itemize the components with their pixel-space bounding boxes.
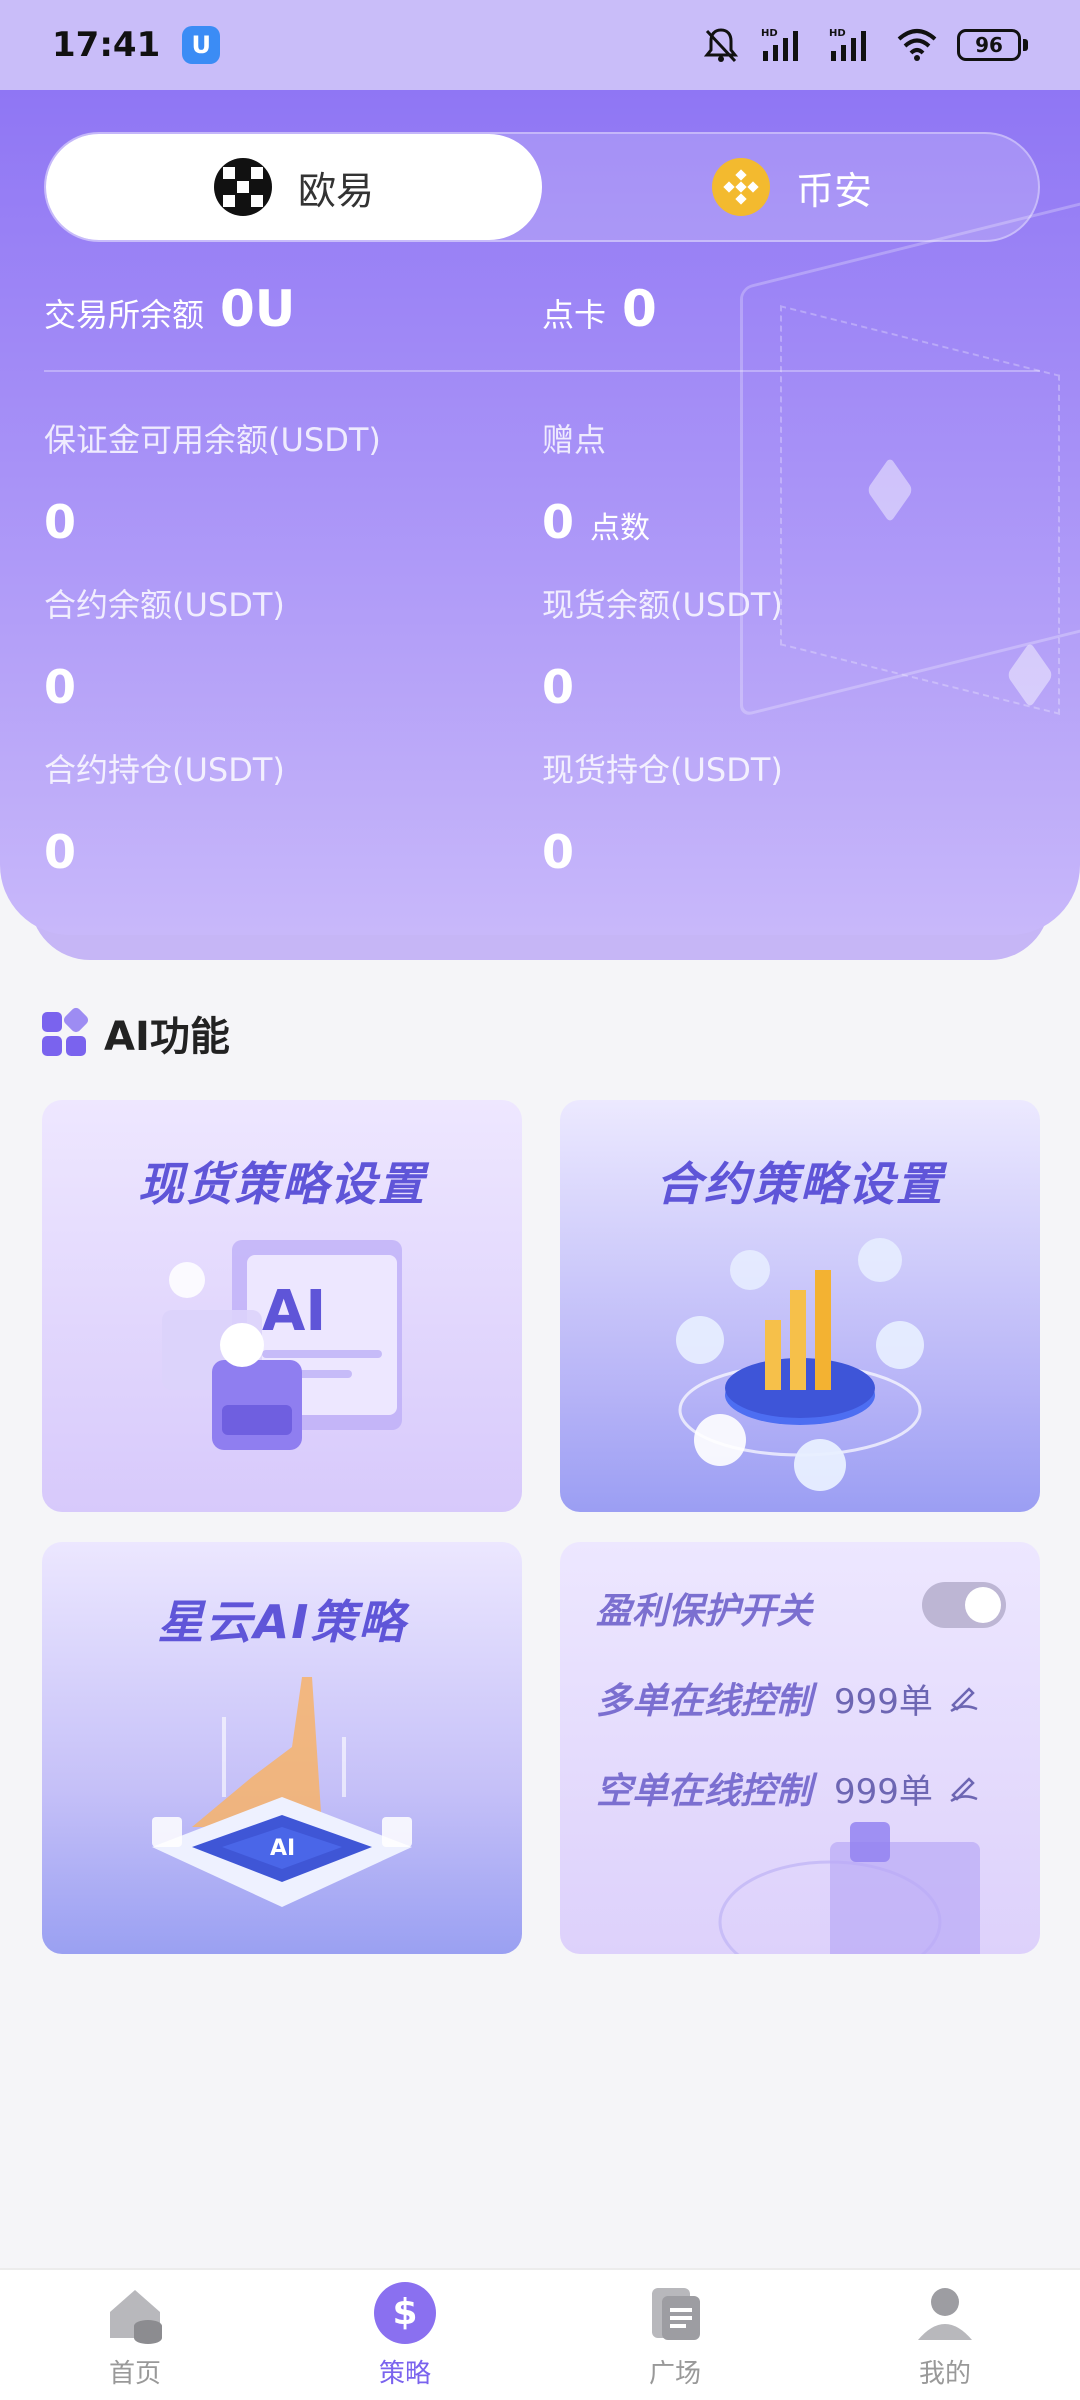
stat-spot-position: 现货持仓(USDT) 0 [542, 745, 783, 879]
nav-strategy[interactable]: $ 策略 [315, 2281, 495, 2390]
wifi-icon [895, 25, 939, 65]
nav-home-label: 首页 [108, 2358, 161, 2389]
contract-strategy-title: 合约策略设置 [656, 1157, 944, 1211]
stat-bonus-points: 赠点 0 点数 [542, 415, 650, 549]
profit-protection-label: 盈利保护开关 [596, 1591, 813, 1632]
exchange-switch: 欧易 币安 [44, 132, 1040, 242]
nav-mine-label: 我的 [918, 2358, 971, 2389]
tab-binance[interactable]: 币安 [544, 134, 1040, 240]
long-order-count: 999单 [834, 1681, 933, 1722]
short-order-count: 999单 [834, 1771, 933, 1812]
tab-okx-label: 欧易 [297, 168, 374, 213]
ai-monitor-illustration: AI [162, 1240, 402, 1450]
contract-strategy-card[interactable]: 合约策略设置 [560, 1100, 1040, 1512]
status-left: 17:41 U [52, 25, 221, 65]
stat-unit: 点数 [590, 511, 651, 546]
ai-badge-text: AI [262, 1279, 326, 1344]
app-notification-icon: U [182, 26, 221, 64]
ai-section-title: AI功能 [42, 1005, 230, 1061]
exchange-balance: 交易所余额 0U [44, 280, 295, 338]
profit-protection-row: 盈利保护开关 [596, 1582, 812, 1634]
profit-protection-toggle[interactable] [922, 1582, 1006, 1628]
point-card-value: 0 [622, 280, 657, 338]
divider [44, 370, 1040, 372]
edit-pencil-icon[interactable] [947, 1679, 981, 1717]
short-order-control-row: 空单在线控制 999单 [596, 1762, 981, 1814]
battery-icon: 96 [957, 29, 1028, 61]
hd-signal-icon: HD [827, 25, 877, 65]
binance-icon [711, 158, 770, 216]
spot-strategy-title: 现货策略设置 [138, 1157, 426, 1211]
bottom-nav: 首页 $ 策略 广场 我的 [0, 2268, 1080, 2400]
status-bar: 17:41 U HD HD 96 [0, 0, 1080, 90]
cube-decoration [718, 1822, 980, 1954]
stat-contract-balance: 合约余额(USDT) 0 [44, 580, 285, 714]
ai-chip-text: AI [270, 1836, 295, 1861]
apps-grid-icon [42, 1005, 91, 1056]
stat-contract-position: 合约持仓(USDT) 0 [44, 745, 285, 879]
bar-chart-platform-illustration [676, 1238, 924, 1491]
okx-icon [213, 158, 272, 216]
short-order-label: 空单在线控制 [596, 1771, 813, 1812]
stat-value: 0 [44, 660, 77, 714]
ai-chip-illustration: AI [152, 1677, 412, 1907]
spot-strategy-card[interactable]: 现货策略设置 AI [42, 1100, 522, 1512]
bell-muted-icon [701, 25, 741, 65]
nebula-ai-strategy-card[interactable]: 星云AI策略 AI [42, 1542, 522, 1954]
decoration-frame [780, 305, 1060, 715]
stat-label: 现货余额(USDT) [542, 586, 783, 624]
stat-margin-available: 保证金可用余额(USDT) 0 [44, 415, 381, 549]
nav-mine[interactable]: 我的 [855, 2281, 1035, 2390]
account-summary-card: 欧易 币安 交易所余额 0U 点卡 0 保证金可用余额(USDT) 0 赠点 0… [0, 90, 1080, 935]
dollar-icon: $ [373, 2281, 437, 2345]
nav-square[interactable]: 广场 [585, 2281, 765, 2390]
home-icon [103, 2281, 167, 2345]
stat-label: 现货持仓(USDT) [542, 751, 783, 789]
stat-label: 赠点 [542, 421, 607, 459]
stat-label: 保证金可用余额(USDT) [44, 421, 381, 459]
point-card-label: 点卡 [542, 296, 607, 334]
battery-level: 96 [957, 29, 1021, 61]
tab-binance-label: 币安 [795, 168, 872, 213]
long-order-label: 多单在线控制 [596, 1681, 813, 1722]
tab-okx[interactable]: 欧易 [46, 134, 542, 240]
stat-label: 合约余额(USDT) [44, 586, 285, 624]
profit-protection-card: 盈利保护开关 多单在线控制 999单 空单在线控制 999单 [560, 1542, 1040, 1954]
user-icon [913, 2281, 977, 2345]
long-order-control-row: 多单在线控制 999单 [596, 1672, 981, 1724]
nav-strategy-label: 策略 [378, 2358, 431, 2389]
svg-text:HD: HD [829, 28, 846, 39]
exchange-balance-value: 0U [220, 280, 296, 338]
stat-value: 0 [542, 495, 575, 549]
point-card-balance: 点卡 0 [542, 280, 657, 338]
stat-label: 合约持仓(USDT) [44, 751, 285, 789]
stat-value: 0 [44, 495, 77, 549]
exchange-balance-label: 交易所余额 [44, 296, 205, 334]
nav-home[interactable]: 首页 [45, 2281, 225, 2390]
ai-section-label: AI功能 [104, 1014, 230, 1060]
nav-square-label: 广场 [648, 2358, 701, 2389]
edit-pencil-icon[interactable] [947, 1769, 981, 1807]
status-right: HD HD 96 [701, 25, 1028, 65]
stat-value: 0 [44, 825, 77, 879]
svg-text:HD: HD [761, 28, 778, 39]
document-icon [643, 2281, 707, 2345]
hd-signal-icon: HD [759, 25, 809, 65]
toggle-knob [965, 1587, 1001, 1623]
balance-row: 交易所余额 0U 点卡 0 [44, 280, 1044, 350]
status-time: 17:41 [52, 25, 161, 65]
stat-value: 0 [542, 825, 575, 879]
stat-value: 0 [542, 660, 575, 714]
nebula-ai-title: 星云AI策略 [157, 1595, 407, 1649]
stat-spot-balance: 现货余额(USDT) 0 [542, 580, 783, 714]
